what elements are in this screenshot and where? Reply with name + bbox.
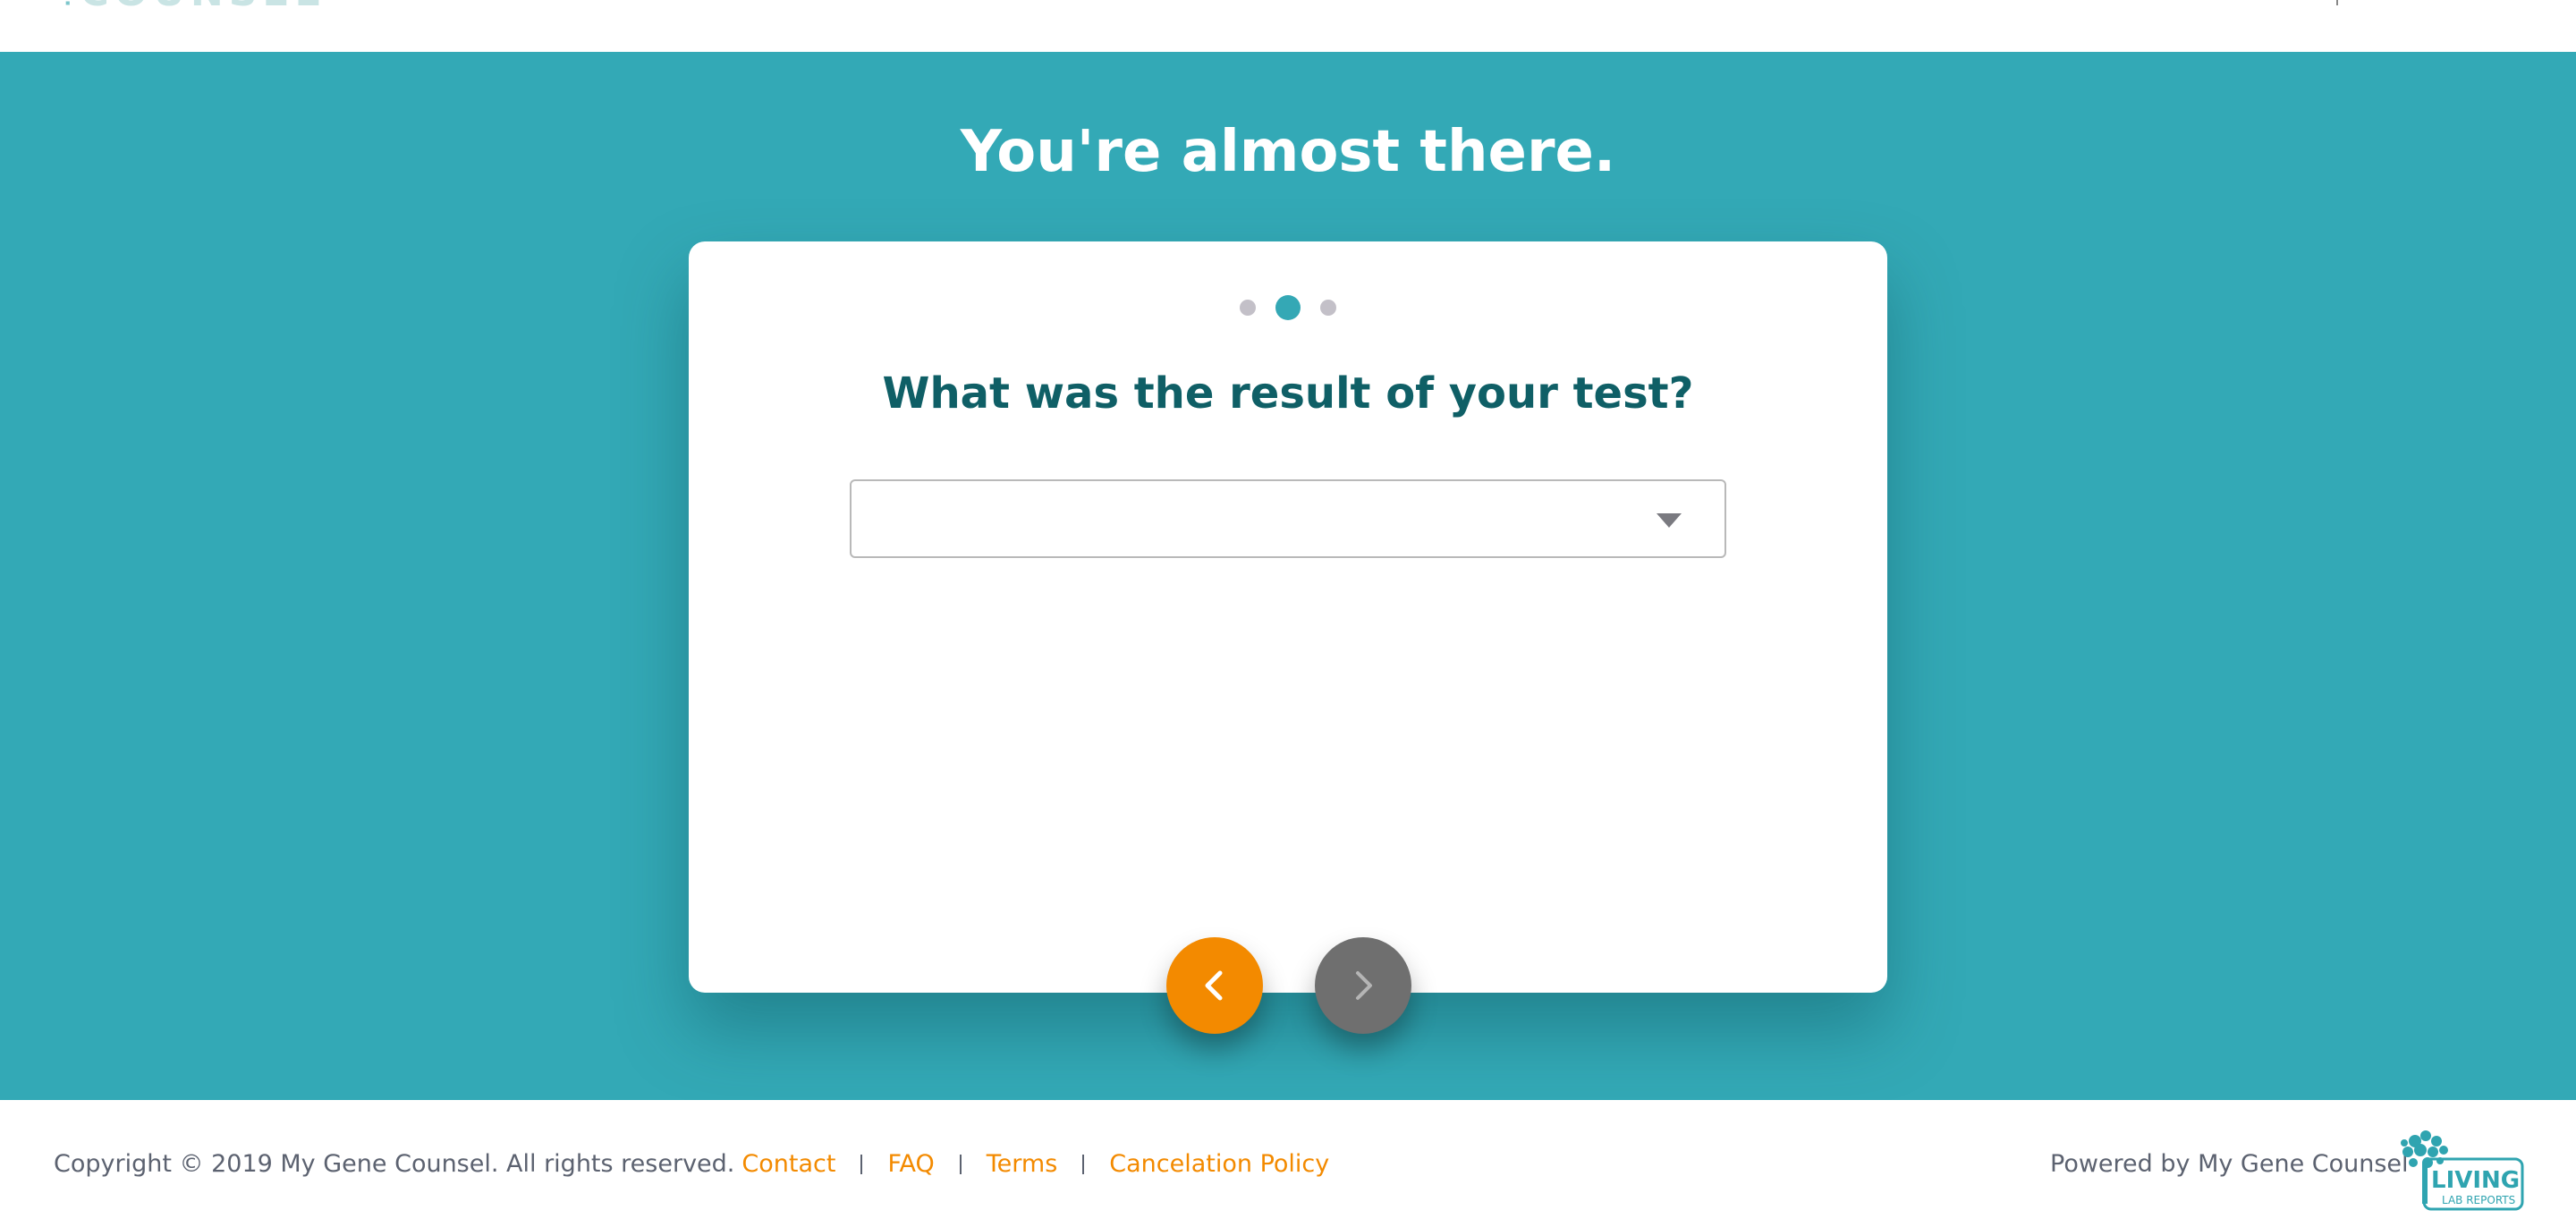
previous-button[interactable]	[1166, 937, 1263, 1034]
contact-link[interactable]: Contact	[741, 1150, 835, 1178]
hero-section: You're almost there. What was the result…	[0, 52, 2576, 1100]
step-dot-2-active	[1275, 295, 1301, 320]
page-title: You're almost there.	[960, 119, 1616, 185]
question-card: What was the result of your test?	[689, 241, 1887, 993]
header-divider	[2336, 0, 2338, 5]
svg-text:LAB REPORTS: LAB REPORTS	[2442, 1194, 2515, 1206]
powered-by-text: Powered by My Gene Counsel	[2050, 1150, 2409, 1178]
chevron-down-icon	[1657, 513, 1682, 528]
terms-link[interactable]: Terms	[987, 1150, 1058, 1178]
footer-divider	[1082, 1154, 1085, 1174]
chevron-left-icon	[1205, 970, 1223, 1001]
question-text: What was the result of your test?	[882, 368, 1694, 419]
footer-divider	[860, 1154, 863, 1174]
test-result-select[interactable]	[850, 479, 1726, 558]
cancelation-policy-link[interactable]: Cancelation Policy	[1109, 1150, 1329, 1178]
faq-link[interactable]: FAQ	[887, 1150, 934, 1178]
brand-logo[interactable]: ⁘COUNSEL	[57, 0, 326, 15]
step-indicator	[689, 295, 1887, 320]
next-button[interactable]	[1315, 937, 1411, 1034]
brand-logo-text: COUNSEL	[80, 0, 325, 15]
step-dot-3	[1320, 300, 1336, 316]
living-lab-reports-logo[interactable]: LIVING LAB REPORTS	[2383, 1123, 2526, 1213]
site-footer: Copyright © 2019 My Gene Counsel. All ri…	[0, 1100, 2576, 1227]
chevron-right-icon	[1356, 971, 1372, 1000]
footer-links: Copyright © 2019 My Gene Counsel. All ri…	[54, 1150, 1329, 1178]
site-header: ⁘COUNSEL	[0, 0, 2576, 52]
svg-text:LIVING: LIVING	[2431, 1167, 2520, 1194]
step-dot-1	[1240, 300, 1256, 316]
footer-divider	[959, 1154, 962, 1174]
copyright-text: Copyright © 2019 My Gene Counsel. All ri…	[54, 1150, 735, 1178]
